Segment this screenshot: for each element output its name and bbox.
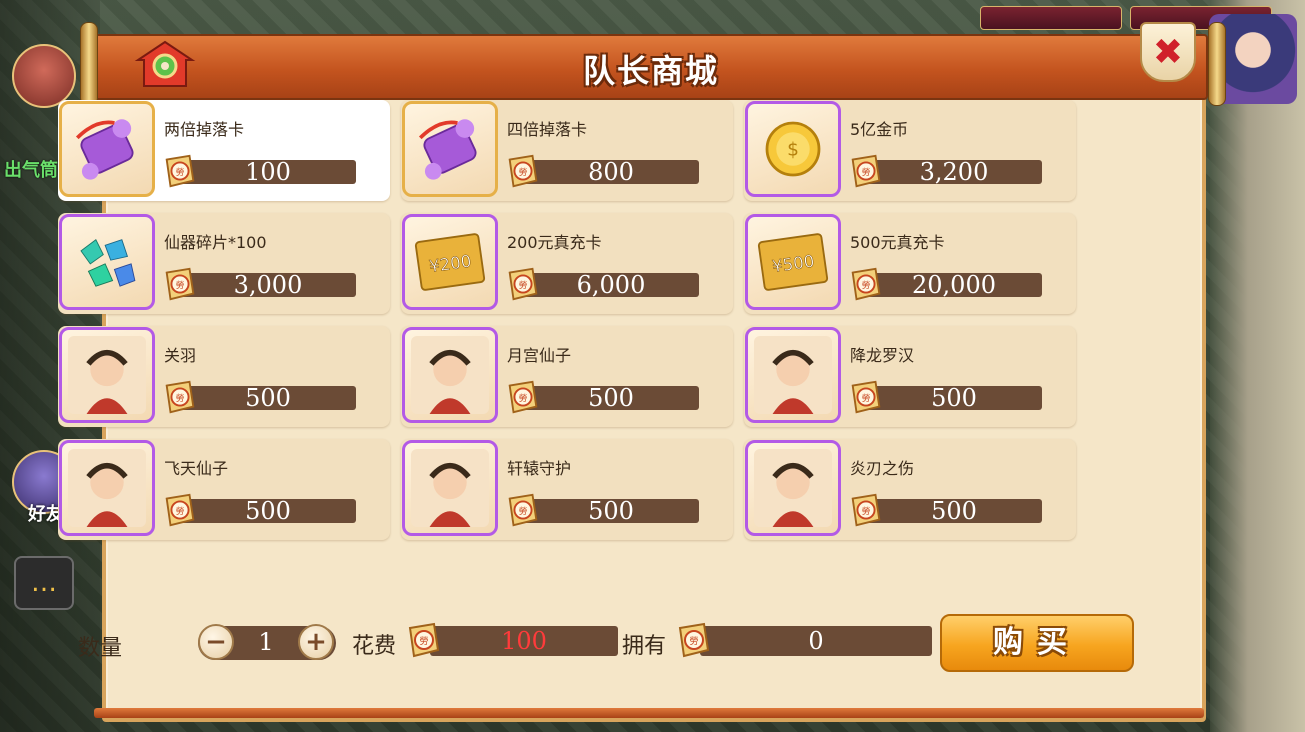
side-event-label[interactable]: 出气筒 xyxy=(4,156,58,182)
item-name: 关羽 xyxy=(164,346,197,365)
item-price: 6,000 xyxy=(523,273,699,297)
honor-scroll-icon: 勞 xyxy=(408,622,440,658)
honor-scroll-icon: 勞 xyxy=(165,493,195,527)
item-name: 5亿金币 xyxy=(850,120,909,139)
hero-portrait xyxy=(59,440,155,536)
svg-text:勞: 勞 xyxy=(862,166,871,178)
scroll-rod-left xyxy=(80,22,98,106)
item-price: 800 xyxy=(523,160,699,184)
shop-item-card[interactable]: 关羽 500 勞 xyxy=(58,326,390,427)
shop-item-card[interactable]: 仙器碎片*100 3,000 勞 xyxy=(58,213,390,314)
shop-item-card[interactable]: 两倍掉落卡 100 勞 xyxy=(58,100,390,201)
honor-scroll-icon: 勞 xyxy=(165,380,195,414)
honor-scroll-icon: 勞 xyxy=(851,267,881,301)
item-name: 两倍掉落卡 xyxy=(164,120,245,139)
honor-scroll-icon: 勞 xyxy=(678,622,710,658)
honor-scroll-icon: 勞 xyxy=(508,493,538,527)
cost-value: 100 xyxy=(430,626,618,656)
shop-item-card[interactable]: ¥500 500元真充卡 20,000 勞 xyxy=(744,213,1076,314)
shop-item-card[interactable]: $5亿金币 3,200 勞 xyxy=(744,100,1076,201)
svg-text:勞: 勞 xyxy=(862,392,871,404)
hero-portrait xyxy=(402,440,498,536)
fortune-god-icon[interactable] xyxy=(12,44,76,108)
item-price: 500 xyxy=(523,386,699,410)
recharge-card-icon: ¥200 xyxy=(402,214,498,310)
item-name: 降龙罗汉 xyxy=(850,346,915,365)
svg-text:勞: 勞 xyxy=(519,166,528,178)
close-button[interactable]: ✖ xyxy=(1140,22,1196,82)
svg-text:勞: 勞 xyxy=(519,392,528,404)
item-name: 轩辕守护 xyxy=(507,459,572,478)
item-name: 仙器碎片*100 xyxy=(164,233,267,252)
bottom-rail xyxy=(94,708,1204,718)
honor-scroll-icon: 勞 xyxy=(851,380,881,414)
item-name: 200元真充卡 xyxy=(507,233,602,252)
shop-item-card[interactable]: 炎刃之伤 500 勞 xyxy=(744,439,1076,540)
svg-text:勞: 勞 xyxy=(519,279,528,291)
close-icon: ✖ xyxy=(1152,31,1184,73)
drop-card-icon xyxy=(402,101,498,197)
svg-text:勞: 勞 xyxy=(176,166,185,178)
item-name: 飞天仙子 xyxy=(164,459,229,478)
honor-scroll-icon: 勞 xyxy=(508,380,538,414)
shop-item-card[interactable]: 轩辕守护 500 勞 xyxy=(401,439,733,540)
plus-button[interactable]: + xyxy=(298,624,334,660)
shop-item-card[interactable]: 四倍掉落卡 800 勞 xyxy=(401,100,733,201)
recharge-card-icon: ¥500 xyxy=(745,214,841,310)
item-price: 500 xyxy=(866,386,1042,410)
honor-scroll-icon: 勞 xyxy=(508,267,538,301)
svg-text:勞: 勞 xyxy=(176,279,185,291)
honor-scroll-icon: 勞 xyxy=(508,154,538,188)
quantity-value[interactable]: 1 xyxy=(238,628,294,656)
owned-value: 0 xyxy=(700,626,932,656)
item-price: 3,000 xyxy=(180,273,356,297)
svg-text:勞: 勞 xyxy=(176,392,185,404)
quantity-label: 数量 xyxy=(78,636,123,661)
svg-text:勞: 勞 xyxy=(862,505,871,517)
item-price: 500 xyxy=(866,499,1042,523)
item-name: 炎刃之伤 xyxy=(850,459,915,478)
gem-shards-icon xyxy=(59,214,155,310)
item-price: 500 xyxy=(180,386,356,410)
svg-text:勞: 勞 xyxy=(689,635,698,647)
drop-card-icon xyxy=(59,101,155,197)
hero-portrait xyxy=(745,440,841,536)
scroll-rod-right xyxy=(1208,22,1226,106)
item-price: 3,200 xyxy=(866,160,1042,184)
svg-text:$: $ xyxy=(787,140,799,161)
honor-scroll-icon: 勞 xyxy=(165,267,195,301)
hero-portrait xyxy=(745,327,841,423)
item-price: 20,000 xyxy=(866,273,1042,297)
minus-button[interactable]: − xyxy=(198,624,234,660)
buy-button[interactable]: 购买 xyxy=(940,614,1134,672)
item-name: 500元真充卡 xyxy=(850,233,945,252)
shop-item-card[interactable]: 飞天仙子 500 勞 xyxy=(58,439,390,540)
svg-text:勞: 勞 xyxy=(419,635,428,647)
hero-portrait xyxy=(402,327,498,423)
shop-item-card[interactable]: 月宫仙子 500 勞 xyxy=(401,326,733,427)
item-price: 500 xyxy=(523,499,699,523)
item-price: 500 xyxy=(180,499,356,523)
honor-scroll-icon: 勞 xyxy=(851,493,881,527)
item-name: 月宫仙子 xyxy=(507,346,572,365)
cost-label: 花费 xyxy=(352,634,397,659)
owned-label: 拥有 xyxy=(622,634,667,659)
shop-item-card[interactable]: 降龙罗汉 500 勞 xyxy=(744,326,1076,427)
hero-portrait xyxy=(59,327,155,423)
dialog-title: 队长商城 xyxy=(582,52,719,90)
item-price: 100 xyxy=(180,160,356,184)
shop-item-card[interactable]: ¥200 200元真充卡 6,000 勞 xyxy=(401,213,733,314)
svg-text:勞: 勞 xyxy=(862,279,871,291)
honor-scroll-icon: 勞 xyxy=(165,154,195,188)
gold-coin-icon: $ xyxy=(745,101,841,197)
title-bar: 队长商城 xyxy=(94,34,1208,100)
quantity-stepper[interactable]: − 1 + xyxy=(198,624,336,662)
item-grid[interactable]: 两倍掉落卡 100 勞四倍掉落卡 800 勞 $5亿金币 3,200 勞仙器碎片*100 3,0… xyxy=(58,100,1084,590)
honor-scroll-icon: 勞 xyxy=(851,154,881,188)
svg-text:勞: 勞 xyxy=(176,505,185,517)
item-name: 四倍掉落卡 xyxy=(507,120,588,139)
svg-text:勞: 勞 xyxy=(519,505,528,517)
